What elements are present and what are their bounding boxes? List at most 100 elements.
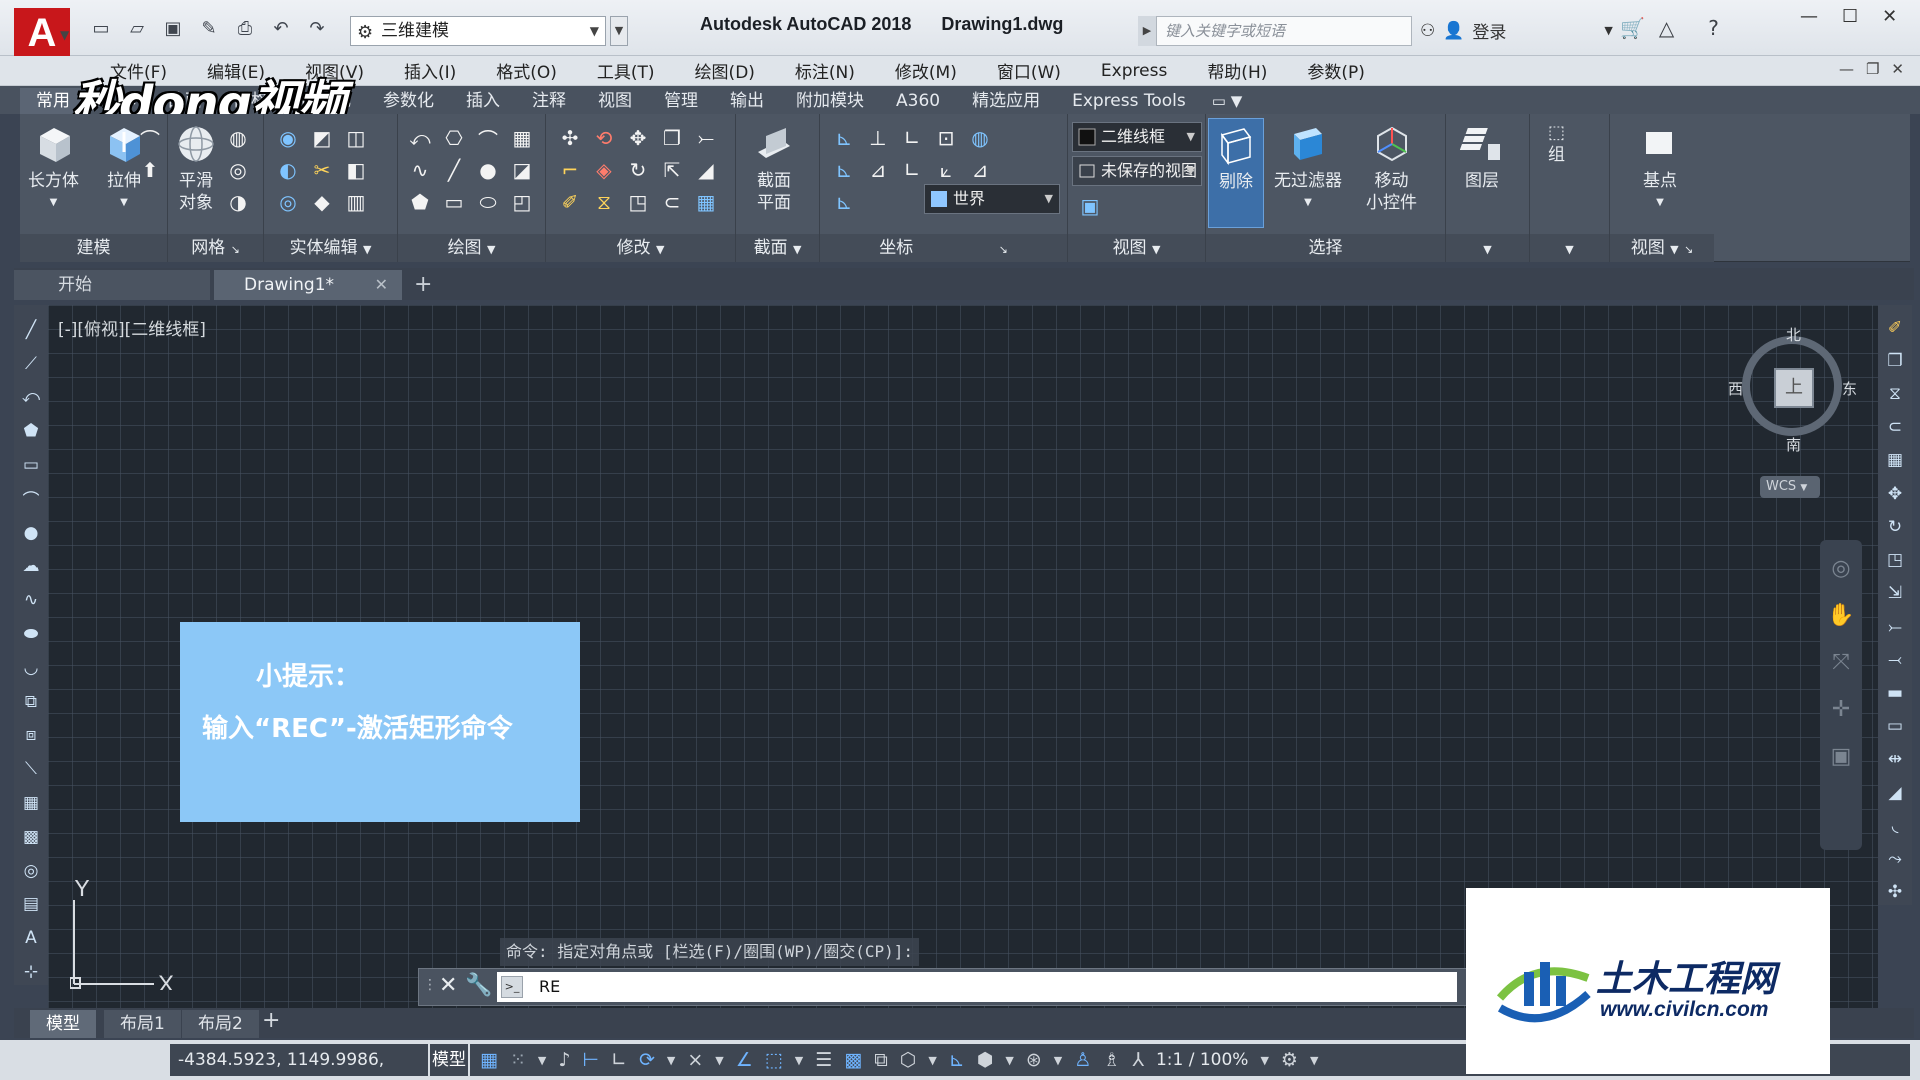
viewport-controls[interactable]: [-][俯视][二维线框] bbox=[58, 315, 206, 340]
ribbon-tab[interactable]: 视图 bbox=[582, 88, 648, 114]
drag-handle-icon[interactable]: ⋮ bbox=[423, 977, 437, 993]
menu-item[interactable]: 工具(T) bbox=[577, 58, 675, 83]
panel-label[interactable]: 绘图 ▼ bbox=[398, 234, 545, 262]
rotate-3d-icon[interactable]: ⟲ bbox=[590, 124, 618, 152]
undo-icon[interactable]: ↶ bbox=[266, 14, 296, 42]
align-icon[interactable]: ◈ bbox=[590, 156, 618, 184]
binoculars-icon[interactable]: ⚇ bbox=[1420, 21, 1435, 41]
snap-icon[interactable]: ⁙ bbox=[510, 1049, 526, 1071]
array-icon[interactable]: ▦ bbox=[1882, 448, 1908, 473]
chevron-down-icon[interactable]: ▼ bbox=[1310, 1054, 1318, 1067]
panel-label[interactable]: 网格 ↘ bbox=[168, 234, 263, 262]
coordinate-readout[interactable]: -4384.5923, 1149.9986, 0.0000 bbox=[170, 1044, 428, 1076]
wcs-menu[interactable]: WCS ▼ bbox=[1760, 476, 1820, 498]
group-button[interactable]: ⬚ 组 bbox=[1548, 122, 1565, 166]
infer-constraints-icon[interactable]: ♪ bbox=[558, 1049, 570, 1071]
ucs-previous-icon[interactable]: ⊾ bbox=[830, 188, 858, 216]
no-filter-button[interactable]: 无过滤器 ▼ bbox=[1274, 122, 1342, 214]
chamfer-icon[interactable]: ◢ bbox=[692, 156, 720, 184]
cart-icon[interactable]: 🛒 bbox=[1620, 16, 1645, 40]
orbit-icon[interactable]: ✛ bbox=[1832, 697, 1850, 722]
polygon-icon[interactable]: ⬟ bbox=[406, 188, 434, 216]
selection-cycling-icon[interactable]: ⧉ bbox=[874, 1049, 888, 1071]
autodesk-icon[interactable]: △ bbox=[1659, 16, 1674, 40]
copy-icon[interactable]: ❐ bbox=[1882, 348, 1908, 373]
ucs-face-icon[interactable]: ⊿ bbox=[966, 156, 994, 184]
ribbon-tab[interactable]: 输出 bbox=[714, 88, 780, 114]
ribbon-tab[interactable]: Express Tools bbox=[1056, 88, 1202, 114]
hatch-icon[interactable]: ▦ bbox=[18, 790, 44, 816]
hatch-icon[interactable]: ▦ bbox=[508, 124, 536, 152]
dynamic-ucs-icon[interactable]: ⊾ bbox=[949, 1049, 965, 1071]
blend-icon[interactable]: ⤳ bbox=[1882, 847, 1908, 872]
panel-label[interactable]: 实体编辑 ▼ bbox=[264, 234, 397, 262]
intersect-icon[interactable]: ◎ bbox=[274, 188, 302, 216]
region-icon[interactable]: ◎ bbox=[18, 858, 44, 884]
chevron-down-icon[interactable]: ▼ bbox=[1054, 1054, 1062, 1067]
print-icon[interactable]: ⎙ bbox=[230, 14, 260, 42]
panel-launcher-icon[interactable]: ↘ bbox=[1684, 243, 1693, 256]
mesh-smooth-less-icon[interactable]: ◎ bbox=[224, 156, 252, 184]
sweep-icon[interactable]: ⌒ bbox=[136, 124, 164, 152]
gradient-icon[interactable]: ▩ bbox=[18, 824, 44, 850]
shell-icon[interactable]: ▥ bbox=[342, 188, 370, 216]
menu-item[interactable]: 窗口(W) bbox=[977, 58, 1081, 83]
dynamic-input-icon[interactable]: ⊢ bbox=[582, 1049, 599, 1071]
subtract-icon[interactable]: ◐ bbox=[274, 156, 302, 184]
polar-icon[interactable]: ⟳ bbox=[639, 1049, 655, 1071]
ribbon-tab[interactable]: 附加模块 bbox=[780, 88, 880, 114]
make-block-icon[interactable]: ⧈ bbox=[18, 723, 44, 749]
tab-layout1[interactable]: 布局1 bbox=[104, 1010, 181, 1038]
extrude-faces-icon[interactable]: ◫ bbox=[342, 124, 370, 152]
close-icon[interactable]: ✕ bbox=[1891, 60, 1904, 78]
panel-label[interactable]: 建模 bbox=[20, 234, 167, 262]
circle-icon[interactable]: ● bbox=[18, 520, 44, 546]
arc-icon[interactable]: ⌒ bbox=[474, 124, 502, 152]
3d-osnap-icon[interactable]: ⬡ bbox=[900, 1049, 917, 1071]
ribbon-tab[interactable]: A360 bbox=[880, 88, 956, 114]
ribbon-minimize-icon[interactable]: ▭ ▼ bbox=[1202, 88, 1252, 114]
extend-icon[interactable]: ⤙ bbox=[1882, 647, 1908, 672]
section-plane-button[interactable]: 截面 平面 bbox=[752, 122, 796, 214]
revision-cloud-icon[interactable]: ☁ bbox=[18, 554, 44, 580]
spline-icon[interactable]: ⎔ bbox=[440, 124, 468, 152]
trim-icon[interactable]: ⤚ bbox=[1882, 614, 1908, 639]
scale-icon[interactable]: ◳ bbox=[624, 188, 652, 216]
copy-icon[interactable]: ❐ bbox=[658, 124, 686, 152]
insert-block-icon[interactable]: ⧉ bbox=[18, 689, 44, 715]
thicken-icon[interactable]: ◆ bbox=[308, 188, 336, 216]
new-file-icon[interactable]: ▭ bbox=[86, 14, 116, 42]
search-input[interactable]: 键入关键字或短语 bbox=[1156, 16, 1412, 46]
auto-scale-icon[interactable]: ♗ bbox=[1103, 1049, 1120, 1071]
redo-icon[interactable]: ↷ bbox=[302, 14, 332, 42]
menu-item[interactable]: 帮助(H) bbox=[1187, 58, 1287, 83]
ucs-z-icon[interactable]: ⊥ bbox=[864, 124, 892, 152]
circle-icon[interactable]: ● bbox=[474, 156, 502, 184]
open-file-icon[interactable]: ▱ bbox=[122, 14, 152, 42]
mesh-refine-icon[interactable]: ◑ bbox=[224, 188, 252, 216]
menu-item[interactable]: 标注(N) bbox=[775, 58, 875, 83]
ucs-y-icon[interactable]: ∟ bbox=[898, 156, 926, 184]
rectangle-icon[interactable]: ▭ bbox=[440, 188, 468, 216]
viewcube[interactable]: 上 北 南 东 西 bbox=[1728, 320, 1860, 454]
named-view-select[interactable]: 未保存的视图 ▼ bbox=[1072, 156, 1202, 186]
chevron-down-icon[interactable]: ▼ bbox=[1260, 1054, 1268, 1067]
login-button[interactable]: ⚇ 👤 登录 ▼ bbox=[1420, 18, 1613, 44]
chamfer-icon[interactable]: ◢ bbox=[1882, 780, 1908, 805]
ucs-view-icon[interactable]: ⊡ bbox=[932, 124, 960, 152]
new-tab-button[interactable]: + bbox=[414, 272, 432, 297]
annotation-visibility-icon[interactable]: ♙ bbox=[1074, 1049, 1091, 1071]
restore-icon[interactable]: ❐ bbox=[1866, 60, 1879, 78]
compass-east[interactable]: 东 bbox=[1842, 378, 1857, 399]
save-icon[interactable]: ▣ bbox=[158, 14, 188, 42]
ucs-named-icon[interactable]: ⊾ bbox=[830, 156, 858, 184]
explode-icon[interactable]: ✣ bbox=[1882, 880, 1908, 905]
ribbon-tab[interactable]: 注释 bbox=[516, 88, 582, 114]
tab-layout2[interactable]: 布局2 bbox=[182, 1010, 259, 1038]
smooth-object-button[interactable]: 平滑 对象 bbox=[174, 122, 218, 214]
annotation-scale-value[interactable]: 1:1 / 100% bbox=[1156, 1050, 1249, 1070]
ucs-select[interactable]: 世界 ▼ bbox=[924, 184, 1060, 214]
ribbon-tab[interactable]: 参数化 bbox=[367, 88, 450, 114]
gizmo-button[interactable]: 移动 小控件 bbox=[1366, 122, 1417, 214]
zoom-extents-icon[interactable]: ⤧ bbox=[1832, 650, 1850, 675]
